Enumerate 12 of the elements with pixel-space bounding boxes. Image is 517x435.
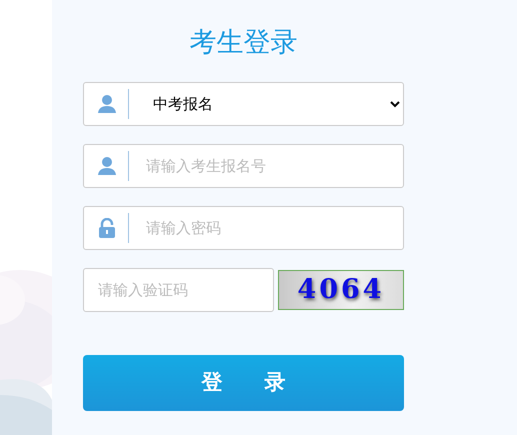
text-input[interactable]: 请输入密码 bbox=[129, 208, 403, 248]
captcha-image[interactable]: 4064 bbox=[278, 270, 404, 310]
user-icon bbox=[97, 94, 117, 114]
user-icon bbox=[97, 156, 117, 176]
password-field[interactable]: 请输入密码 bbox=[83, 206, 404, 250]
lock-icon bbox=[97, 218, 117, 238]
captcha-field[interactable]: 请输入验证码 bbox=[84, 270, 273, 310]
exam-type-dropdown[interactable]: 中考报名 bbox=[83, 82, 404, 126]
login-title: 考生登录 bbox=[188, 26, 298, 60]
text-input[interactable]: 请输入考生报名号 bbox=[129, 146, 403, 186]
registration-number-field[interactable]: 请输入考生报名号 bbox=[83, 144, 404, 188]
dropdown-select[interactable]: 中考报名 bbox=[129, 84, 403, 124]
